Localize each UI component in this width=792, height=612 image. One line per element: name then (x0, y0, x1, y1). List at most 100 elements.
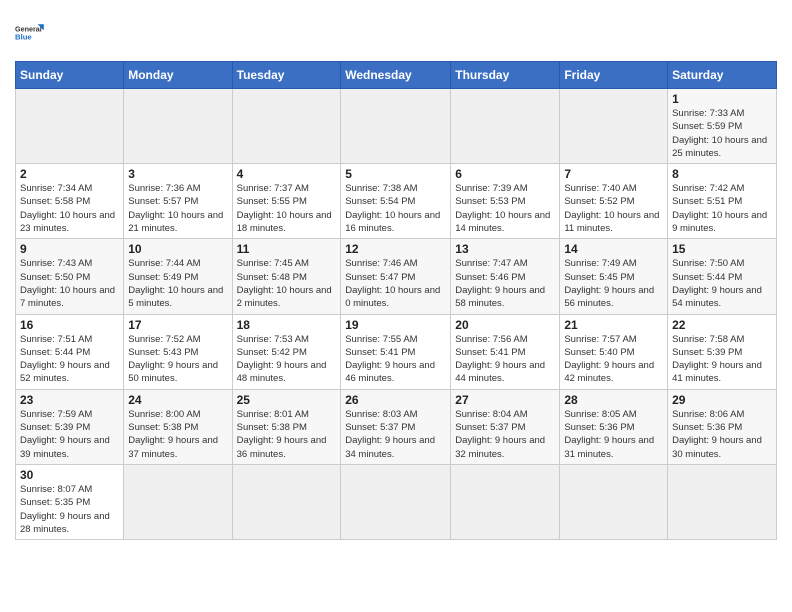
day-info: Sunrise: 8:06 AM Sunset: 5:36 PM Dayligh… (672, 408, 772, 461)
day-info: Sunrise: 8:05 AM Sunset: 5:36 PM Dayligh… (564, 408, 663, 461)
calendar-week-row: 9Sunrise: 7:43 AM Sunset: 5:50 PM Daylig… (16, 239, 777, 314)
calendar-cell: 6Sunrise: 7:39 AM Sunset: 5:53 PM Daylig… (451, 164, 560, 239)
day-info: Sunrise: 7:40 AM Sunset: 5:52 PM Dayligh… (564, 182, 663, 235)
calendar-cell: 26Sunrise: 8:03 AM Sunset: 5:37 PM Dayli… (341, 389, 451, 464)
day-number: 15 (672, 242, 772, 256)
day-number: 13 (455, 242, 555, 256)
day-info: Sunrise: 7:43 AM Sunset: 5:50 PM Dayligh… (20, 257, 119, 310)
day-info: Sunrise: 7:46 AM Sunset: 5:47 PM Dayligh… (345, 257, 446, 310)
col-header-thursday: Thursday (451, 62, 560, 89)
logo: GeneralBlue (15, 15, 51, 51)
calendar-cell: 14Sunrise: 7:49 AM Sunset: 5:45 PM Dayli… (560, 239, 668, 314)
calendar-week-row: 1Sunrise: 7:33 AM Sunset: 5:59 PM Daylig… (16, 89, 777, 164)
calendar-cell: 22Sunrise: 7:58 AM Sunset: 5:39 PM Dayli… (668, 314, 777, 389)
calendar-cell (341, 89, 451, 164)
calendar-cell (451, 464, 560, 539)
calendar-cell: 24Sunrise: 8:00 AM Sunset: 5:38 PM Dayli… (124, 389, 232, 464)
calendar-cell (232, 89, 341, 164)
calendar-cell: 27Sunrise: 8:04 AM Sunset: 5:37 PM Dayli… (451, 389, 560, 464)
calendar-cell: 9Sunrise: 7:43 AM Sunset: 5:50 PM Daylig… (16, 239, 124, 314)
day-number: 6 (455, 167, 555, 181)
day-info: Sunrise: 7:50 AM Sunset: 5:44 PM Dayligh… (672, 257, 772, 310)
day-number: 9 (20, 242, 119, 256)
calendar-cell (560, 464, 668, 539)
day-info: Sunrise: 7:51 AM Sunset: 5:44 PM Dayligh… (20, 333, 119, 386)
day-info: Sunrise: 7:55 AM Sunset: 5:41 PM Dayligh… (345, 333, 446, 386)
day-info: Sunrise: 8:07 AM Sunset: 5:35 PM Dayligh… (20, 483, 119, 536)
calendar-cell: 19Sunrise: 7:55 AM Sunset: 5:41 PM Dayli… (341, 314, 451, 389)
col-header-monday: Monday (124, 62, 232, 89)
col-header-sunday: Sunday (16, 62, 124, 89)
calendar-cell: 28Sunrise: 8:05 AM Sunset: 5:36 PM Dayli… (560, 389, 668, 464)
day-number: 3 (128, 167, 227, 181)
day-number: 14 (564, 242, 663, 256)
calendar-cell (560, 89, 668, 164)
day-number: 23 (20, 393, 119, 407)
day-number: 28 (564, 393, 663, 407)
calendar-cell: 15Sunrise: 7:50 AM Sunset: 5:44 PM Dayli… (668, 239, 777, 314)
calendar-cell: 3Sunrise: 7:36 AM Sunset: 5:57 PM Daylig… (124, 164, 232, 239)
day-number: 20 (455, 318, 555, 332)
calendar-cell (451, 89, 560, 164)
day-number: 21 (564, 318, 663, 332)
day-info: Sunrise: 7:52 AM Sunset: 5:43 PM Dayligh… (128, 333, 227, 386)
calendar-cell (341, 464, 451, 539)
calendar-cell: 20Sunrise: 7:56 AM Sunset: 5:41 PM Dayli… (451, 314, 560, 389)
calendar-cell: 8Sunrise: 7:42 AM Sunset: 5:51 PM Daylig… (668, 164, 777, 239)
day-info: Sunrise: 8:01 AM Sunset: 5:38 PM Dayligh… (237, 408, 337, 461)
day-number: 22 (672, 318, 772, 332)
day-info: Sunrise: 7:33 AM Sunset: 5:59 PM Dayligh… (672, 107, 772, 160)
calendar-cell: 5Sunrise: 7:38 AM Sunset: 5:54 PM Daylig… (341, 164, 451, 239)
day-number: 11 (237, 242, 337, 256)
day-info: Sunrise: 8:00 AM Sunset: 5:38 PM Dayligh… (128, 408, 227, 461)
calendar-cell: 12Sunrise: 7:46 AM Sunset: 5:47 PM Dayli… (341, 239, 451, 314)
day-number: 25 (237, 393, 337, 407)
calendar-cell (668, 464, 777, 539)
day-number: 8 (672, 167, 772, 181)
header: GeneralBlue (15, 15, 777, 51)
svg-text:General: General (15, 24, 42, 33)
calendar-cell: 2Sunrise: 7:34 AM Sunset: 5:58 PM Daylig… (16, 164, 124, 239)
day-number: 7 (564, 167, 663, 181)
calendar-page: GeneralBlue SundayMondayTuesdayWednesday… (0, 0, 792, 612)
col-header-saturday: Saturday (668, 62, 777, 89)
day-info: Sunrise: 7:53 AM Sunset: 5:42 PM Dayligh… (237, 333, 337, 386)
calendar-cell: 23Sunrise: 7:59 AM Sunset: 5:39 PM Dayli… (16, 389, 124, 464)
day-info: Sunrise: 7:36 AM Sunset: 5:57 PM Dayligh… (128, 182, 227, 235)
calendar-cell (16, 89, 124, 164)
day-info: Sunrise: 7:39 AM Sunset: 5:53 PM Dayligh… (455, 182, 555, 235)
calendar-cell: 29Sunrise: 8:06 AM Sunset: 5:36 PM Dayli… (668, 389, 777, 464)
calendar-cell (124, 464, 232, 539)
calendar-cell: 17Sunrise: 7:52 AM Sunset: 5:43 PM Dayli… (124, 314, 232, 389)
calendar-header-row: SundayMondayTuesdayWednesdayThursdayFrid… (16, 62, 777, 89)
calendar-cell (124, 89, 232, 164)
calendar-cell: 21Sunrise: 7:57 AM Sunset: 5:40 PM Dayli… (560, 314, 668, 389)
calendar-cell: 4Sunrise: 7:37 AM Sunset: 5:55 PM Daylig… (232, 164, 341, 239)
day-info: Sunrise: 7:57 AM Sunset: 5:40 PM Dayligh… (564, 333, 663, 386)
col-header-friday: Friday (560, 62, 668, 89)
calendar-week-row: 2Sunrise: 7:34 AM Sunset: 5:58 PM Daylig… (16, 164, 777, 239)
day-info: Sunrise: 7:45 AM Sunset: 5:48 PM Dayligh… (237, 257, 337, 310)
calendar-cell: 30Sunrise: 8:07 AM Sunset: 5:35 PM Dayli… (16, 464, 124, 539)
calendar-cell: 13Sunrise: 7:47 AM Sunset: 5:46 PM Dayli… (451, 239, 560, 314)
calendar-table: SundayMondayTuesdayWednesdayThursdayFrid… (15, 61, 777, 540)
day-info: Sunrise: 7:44 AM Sunset: 5:49 PM Dayligh… (128, 257, 227, 310)
day-number: 19 (345, 318, 446, 332)
day-info: Sunrise: 8:04 AM Sunset: 5:37 PM Dayligh… (455, 408, 555, 461)
calendar-week-row: 16Sunrise: 7:51 AM Sunset: 5:44 PM Dayli… (16, 314, 777, 389)
logo-icon: GeneralBlue (15, 15, 51, 51)
day-info: Sunrise: 7:47 AM Sunset: 5:46 PM Dayligh… (455, 257, 555, 310)
day-info: Sunrise: 7:49 AM Sunset: 5:45 PM Dayligh… (564, 257, 663, 310)
day-info: Sunrise: 7:37 AM Sunset: 5:55 PM Dayligh… (237, 182, 337, 235)
calendar-cell: 7Sunrise: 7:40 AM Sunset: 5:52 PM Daylig… (560, 164, 668, 239)
day-info: Sunrise: 8:03 AM Sunset: 5:37 PM Dayligh… (345, 408, 446, 461)
calendar-cell: 18Sunrise: 7:53 AM Sunset: 5:42 PM Dayli… (232, 314, 341, 389)
day-number: 5 (345, 167, 446, 181)
calendar-week-row: 30Sunrise: 8:07 AM Sunset: 5:35 PM Dayli… (16, 464, 777, 539)
day-number: 4 (237, 167, 337, 181)
calendar-cell: 25Sunrise: 8:01 AM Sunset: 5:38 PM Dayli… (232, 389, 341, 464)
calendar-cell: 10Sunrise: 7:44 AM Sunset: 5:49 PM Dayli… (124, 239, 232, 314)
day-info: Sunrise: 7:56 AM Sunset: 5:41 PM Dayligh… (455, 333, 555, 386)
day-info: Sunrise: 7:58 AM Sunset: 5:39 PM Dayligh… (672, 333, 772, 386)
day-number: 1 (672, 92, 772, 106)
